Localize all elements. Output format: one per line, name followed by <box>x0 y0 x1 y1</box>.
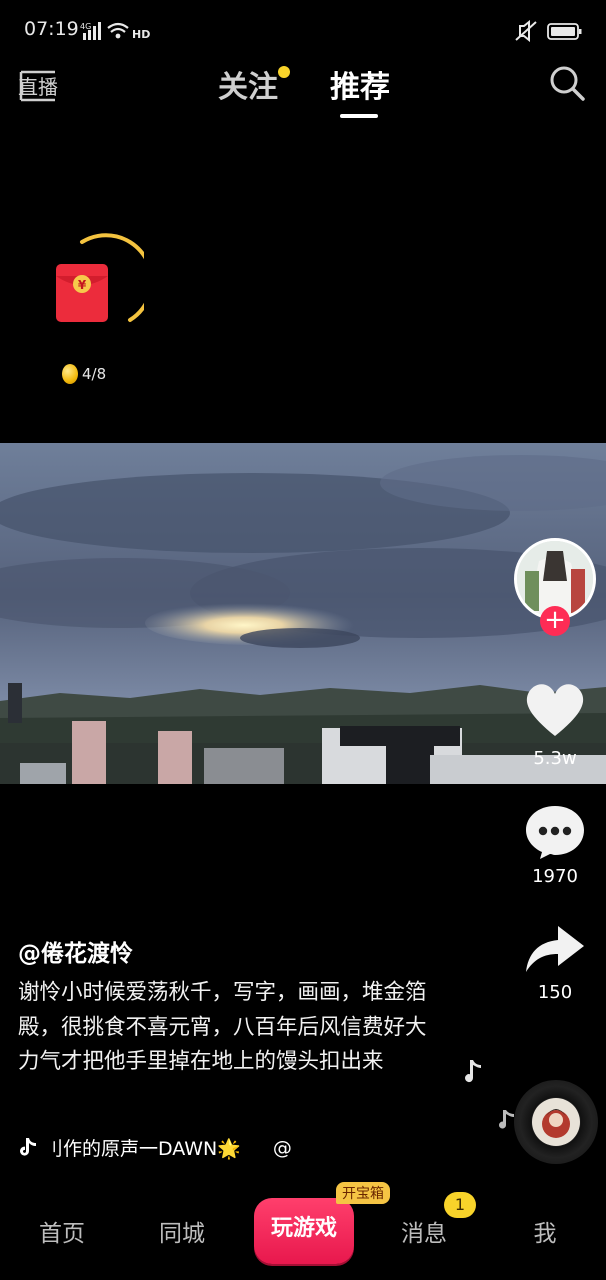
live-label: 直播 <box>18 75 58 99</box>
share-count: 150 <box>537 982 573 1003</box>
search-icon[interactable] <box>548 64 586 102</box>
coin-progress: 4/8 <box>62 363 106 385</box>
tab-nearby[interactable]: 同城 <box>142 1214 222 1248</box>
music-disc[interactable] <box>514 1080 598 1164</box>
floating-music-note-icon <box>465 1060 481 1083</box>
messages-badge: 1 <box>444 1192 476 1218</box>
music-disc-cover <box>532 1098 580 1146</box>
tiktok-note-icon <box>20 1137 36 1156</box>
tab-follow[interactable]: 关注 <box>218 62 278 106</box>
network-type-label: 4G <box>80 22 91 31</box>
treasure-tag: 开宝箱 <box>336 1182 390 1204</box>
share-arrow-icon[interactable] <box>524 922 586 976</box>
mute-battery-icons <box>515 20 582 42</box>
red-packet-icon[interactable]: ¥ <box>52 232 144 328</box>
music-info[interactable]: 刂作的原声一DAWN🌟 @ <box>18 1134 292 1161</box>
signal-wifi-icons: 4G HD <box>80 22 150 41</box>
heart-icon[interactable] <box>524 680 586 738</box>
comment-icon[interactable] <box>524 802 586 860</box>
follow-update-dot <box>278 66 290 78</box>
play-game-button[interactable]: 玩游戏 <box>254 1198 354 1264</box>
live-tv-icon[interactable]: 直播 <box>18 64 58 104</box>
tab-home[interactable]: 首页 <box>22 1214 102 1248</box>
svg-text:¥: ¥ <box>78 278 87 292</box>
hd-label: HD <box>132 28 150 41</box>
follow-plus-button[interactable]: + <box>540 606 570 636</box>
author-name[interactable]: @倦花渡怜 <box>18 934 133 968</box>
tab-me[interactable]: 我 <box>505 1214 585 1248</box>
gold-coin-icon <box>62 364 78 384</box>
video-caption: 谢怜小时候爱荡秋千，写字，画画，堆金箔殿，很挑食不喜元宵，八百年后风信费好大力气… <box>18 980 427 1074</box>
tab-recommend[interactable]: 推荐 <box>330 62 390 106</box>
video-frame[interactable] <box>0 443 606 784</box>
like-count: 5.3w <box>533 748 577 769</box>
status-time: 07:19 <box>24 18 79 40</box>
coin-progress-text: 4/8 <box>82 365 107 383</box>
tab-messages[interactable]: 消息 <box>384 1214 464 1248</box>
active-tab-indicator <box>340 114 378 118</box>
music-suffix: @ <box>272 1136 292 1159</box>
comment-count: 1970 <box>532 866 578 887</box>
music-title: 刂作的原声一DAWN🌟 <box>44 1138 241 1160</box>
